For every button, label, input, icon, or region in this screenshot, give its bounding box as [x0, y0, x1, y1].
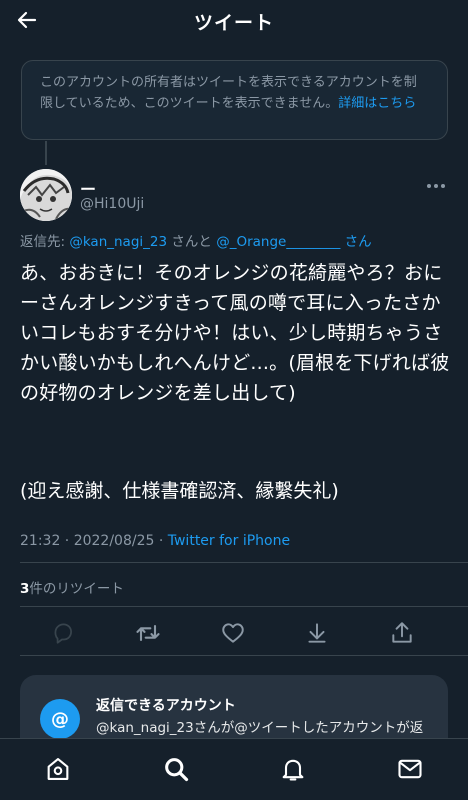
download-icon — [308, 623, 326, 643]
divider — [20, 562, 468, 563]
reply-to-prefix: 返信先: — [20, 234, 70, 250]
thread-line — [45, 141, 47, 165]
mention-link[interactable]: @_Orange________ — [216, 234, 340, 250]
share-icon — [392, 622, 412, 643]
download-button[interactable] — [302, 618, 332, 648]
top-bar: ツイート — [0, 0, 468, 42]
tab-search[interactable] — [160, 753, 192, 785]
tab-notifications[interactable] — [277, 753, 309, 785]
retweet-button[interactable] — [133, 618, 163, 648]
user-handle[interactable]: @Hi10Uji — [80, 196, 144, 212]
tweet-text: あ、おおきに！そのオレンジの花綺麗やろ？おにーさんオレンジすきって風の噂で耳に入… — [20, 262, 450, 404]
reply-to-joiner: さんと — [167, 234, 217, 250]
bottom-tab-bar — [0, 738, 468, 800]
more-button[interactable] — [422, 176, 450, 196]
page-title: ツイート — [193, 11, 274, 34]
retweet-icon — [136, 624, 160, 642]
avatar-image — [20, 169, 72, 221]
tab-messages[interactable] — [394, 753, 426, 785]
back-arrow-icon — [17, 11, 37, 29]
learn-more-link[interactable]: 詳細はこちら — [338, 96, 416, 111]
share-button[interactable] — [387, 618, 417, 648]
retweet-label: 件のリツイート — [29, 581, 124, 597]
tweet-text-note: (迎え感謝、仕様書確認済、縁繫失礼) — [20, 480, 339, 502]
at-sign-icon: @ — [40, 699, 80, 739]
more-icon — [427, 184, 445, 188]
bell-icon — [282, 759, 304, 781]
action-bar — [0, 612, 468, 652]
reply-to-suffix: さん — [340, 234, 372, 250]
mail-icon — [398, 759, 422, 779]
mention-link[interactable]: @kan_nagi_23 — [69, 234, 167, 250]
who-can-reply-title: 返信できるアカウント — [96, 698, 236, 714]
reply-icon — [54, 623, 72, 644]
reply-to-line: 返信先: @kan_nagi_23 さんと @_Orange________ さ… — [20, 230, 372, 250]
timestamp-text: 21:32 · 2022/08/25 · — [20, 533, 168, 549]
like-button[interactable] — [218, 618, 248, 648]
divider — [20, 606, 468, 607]
search-icon — [165, 758, 189, 782]
like-icon — [222, 623, 244, 643]
avatar[interactable] — [20, 169, 72, 221]
reply-button[interactable] — [48, 618, 78, 648]
tab-home[interactable] — [42, 753, 74, 785]
back-button[interactable] — [12, 5, 42, 35]
source-link[interactable]: Twitter for iPhone — [168, 533, 290, 549]
divider — [20, 655, 468, 656]
home-icon — [47, 758, 69, 780]
restricted-tweet-notice: このアカウントの所有者はツイートを表示できるアカウントを制限しているため、このツ… — [21, 60, 448, 140]
retweet-number: 3 — [20, 581, 30, 597]
tweet-timestamp: 21:32 · 2022/08/25 · Twitter for iPhone — [20, 533, 290, 549]
retweet-count[interactable]: 3件のリツイート — [20, 577, 124, 597]
